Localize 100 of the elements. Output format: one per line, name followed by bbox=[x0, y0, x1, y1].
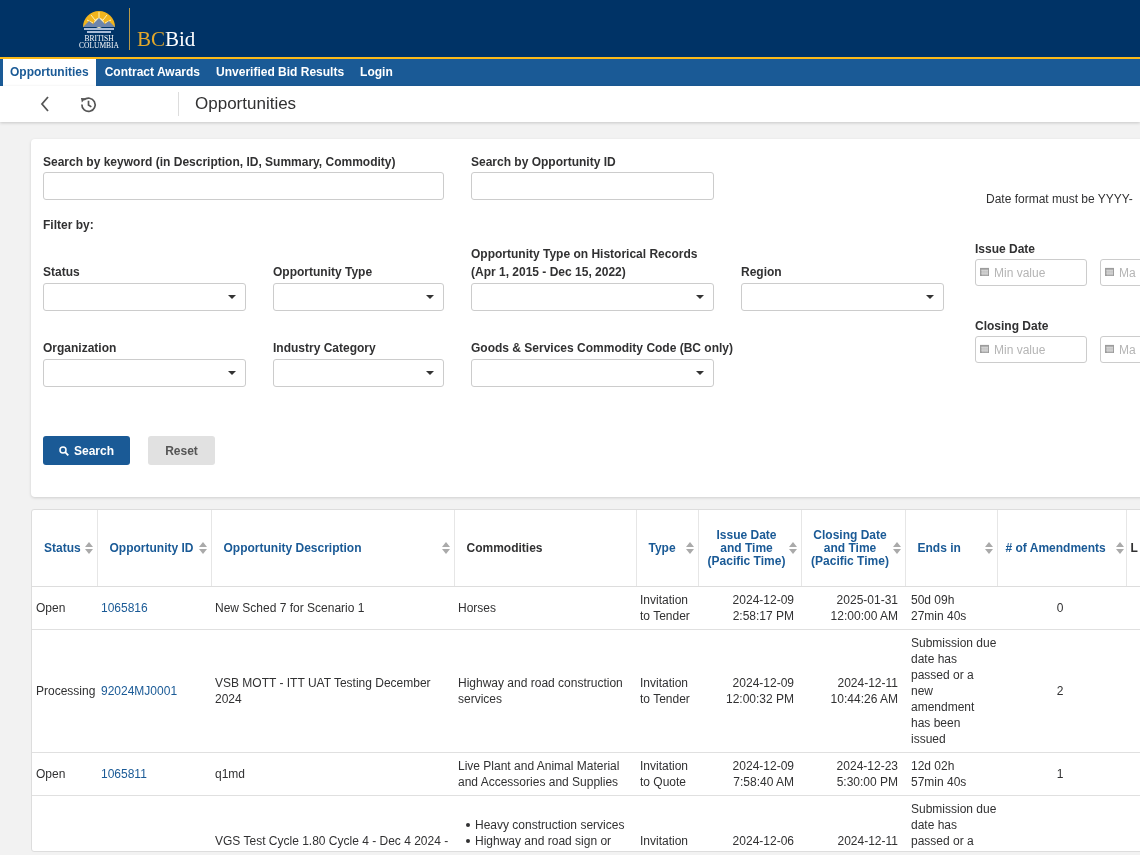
table-cell: VGS Test Cycle 1.80 Cycle 4 - Dec 4 2024 - bbox=[211, 795, 454, 851]
sort-icon[interactable] bbox=[788, 542, 797, 554]
table-cell: Open bbox=[32, 752, 97, 796]
dropdown-field[interactable] bbox=[471, 359, 714, 387]
table-cell: Live Plant and Animal Material and Accessories and Supplies bbox=[454, 752, 636, 796]
caret-icon bbox=[696, 295, 704, 299]
field-label: Industry Category bbox=[273, 340, 376, 357]
brand-name: BCBid bbox=[137, 28, 196, 50]
table-cell: Highway and road construction services bbox=[454, 629, 636, 753]
calendar-icon bbox=[980, 267, 989, 276]
sort-icon[interactable] bbox=[984, 542, 993, 554]
field-label: Issue Date bbox=[975, 241, 1036, 258]
list-item: Heavy construction services bbox=[475, 817, 625, 833]
caret-icon bbox=[228, 371, 236, 375]
caret-icon bbox=[426, 295, 434, 299]
list-item: Highway and road sign or bbox=[475, 833, 612, 849]
table-cell: 2024-12-11 10:44:26 AM bbox=[801, 629, 905, 753]
opportunity-id-link[interactable]: 92024MJ0001 bbox=[101, 684, 178, 698]
nav-tab[interactable]: Unverified Bid Results bbox=[209, 59, 352, 86]
table-cell: Invitation to Quote bbox=[636, 752, 698, 796]
date-field[interactable]: Ma bbox=[1100, 259, 1140, 286]
search-icon bbox=[59, 445, 69, 456]
column-header[interactable]: Closing Date and Time (Pacific Time) bbox=[801, 510, 905, 587]
dropdown-field[interactable] bbox=[273, 283, 444, 311]
field-label: Search by keyword (in Description, ID, Summary, Commodity) bbox=[43, 154, 396, 171]
column-header[interactable]: Opportunity ID bbox=[97, 510, 211, 587]
column-header[interactable]: L bbox=[1126, 510, 1140, 587]
field-label: Search by Opportunity ID bbox=[471, 154, 616, 171]
table-cell: New Sched 7 for Scenario 1 bbox=[211, 586, 454, 630]
table-cell: 2024-12-23 5:30:00 PM bbox=[801, 752, 905, 796]
caret-icon bbox=[426, 371, 434, 375]
opportunity-id-input[interactable] bbox=[471, 172, 714, 200]
opportunity-id-link[interactable]: 1065811 bbox=[101, 767, 147, 781]
sort-icon[interactable] bbox=[1115, 542, 1124, 554]
table-cell: 2 bbox=[997, 629, 1126, 753]
reset-button[interactable]: Reset bbox=[148, 436, 215, 465]
column-header[interactable]: Issue Date and Time (Pacific Time) bbox=[698, 510, 801, 587]
nav-tab[interactable]: Login bbox=[353, 59, 400, 86]
table-cell: q1md bbox=[211, 752, 454, 796]
nav-tab[interactable]: Opportunities bbox=[3, 59, 96, 86]
caret-icon bbox=[696, 371, 704, 375]
table-cell: Submission due date has passed or a bbox=[905, 795, 997, 851]
table-cell: Invitation to Tender bbox=[636, 586, 698, 630]
nav-tab[interactable]: Contract Awards bbox=[97, 59, 208, 86]
table-cell: 2024-12-09 2:58:17 PM bbox=[698, 586, 801, 630]
table-cell: VSB MOTT - ITT UAT Testing December 2024 bbox=[211, 629, 454, 753]
bullet-icon bbox=[466, 823, 470, 827]
table-cell: 2025-01-31 12:00:00 AM bbox=[801, 586, 905, 630]
table-cell: Open bbox=[32, 586, 97, 630]
dropdown-field[interactable] bbox=[43, 283, 246, 311]
date-field[interactable]: Min value bbox=[975, 336, 1087, 363]
table-cell: 2024-12-09 7:58:40 AM bbox=[698, 752, 801, 796]
sort-icon[interactable] bbox=[685, 542, 694, 554]
caret-icon bbox=[926, 295, 934, 299]
column-header[interactable]: # of Amendments bbox=[997, 510, 1126, 587]
table-cell: Submission due date has passed or a new amendment has been issued bbox=[905, 629, 997, 753]
opportunity-id-link[interactable]: 1065816 bbox=[101, 601, 148, 615]
bullet-icon bbox=[466, 839, 470, 843]
table-cell: Horses bbox=[454, 586, 636, 630]
table-cell: Processing bbox=[32, 629, 97, 753]
table-cell: 2024-12-11 bbox=[801, 795, 905, 851]
field-label: Status bbox=[43, 264, 80, 281]
calendar-icon bbox=[1105, 267, 1114, 276]
table-cell: 1 bbox=[997, 752, 1126, 796]
table-cell: Invitation bbox=[636, 795, 698, 851]
dropdown-field[interactable] bbox=[43, 359, 246, 387]
field-label: Organization bbox=[43, 340, 117, 357]
sort-icon[interactable] bbox=[198, 542, 207, 554]
field-label: Goods & Services Commodity Code (BC only) bbox=[471, 340, 734, 357]
countdown-text: 50d 09h bbox=[911, 592, 956, 608]
sort-icon[interactable] bbox=[84, 542, 93, 554]
table-cell: 2024-12-09 12:00:32 PM bbox=[698, 629, 801, 753]
calendar-icon bbox=[1105, 344, 1114, 353]
history-icon[interactable] bbox=[80, 95, 97, 113]
table-cell: 2024-12-06 bbox=[698, 795, 801, 851]
sort-icon[interactable] bbox=[441, 542, 450, 554]
field-label: Opportunity Type on Historical Records (Apr 1, 2015 - Dec 15, 2022) bbox=[471, 246, 699, 281]
table-cell: Invitation to Tender bbox=[636, 629, 698, 753]
dropdown-field[interactable] bbox=[471, 283, 714, 311]
table-cell: 0 bbox=[997, 586, 1126, 630]
column-header[interactable]: Opportunity Description bbox=[211, 510, 454, 587]
date-field[interactable]: Ma bbox=[1100, 336, 1140, 363]
column-header[interactable]: Ends in bbox=[905, 510, 997, 587]
calendar-icon bbox=[980, 344, 989, 353]
countdown-text: 27min 40s bbox=[911, 608, 968, 624]
caret-icon bbox=[228, 295, 236, 299]
filter-heading: Filter by: bbox=[43, 217, 94, 234]
keyword-input[interactable] bbox=[43, 172, 444, 200]
dropdown-field[interactable] bbox=[741, 283, 944, 311]
column-header[interactable]: Type bbox=[636, 510, 698, 587]
search-button[interactable]: Search bbox=[43, 436, 130, 465]
back-icon[interactable] bbox=[40, 96, 50, 112]
dropdown-field[interactable] bbox=[273, 359, 444, 387]
date-format-note: Date format must be YYYY- bbox=[986, 191, 1133, 208]
countdown-text: 12d 02h bbox=[911, 758, 956, 774]
column-header[interactable]: Commodities bbox=[454, 510, 636, 587]
column-header[interactable]: Status bbox=[32, 510, 97, 587]
sort-icon[interactable] bbox=[892, 542, 901, 554]
date-field[interactable]: Min value bbox=[975, 259, 1087, 286]
field-label: Opportunity Type bbox=[273, 264, 373, 281]
